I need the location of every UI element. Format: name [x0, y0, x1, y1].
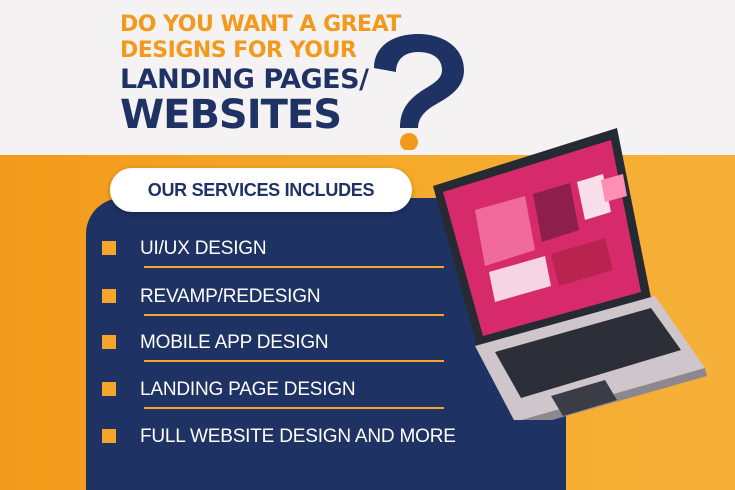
- square-bullet-icon: [102, 289, 116, 303]
- square-bullet-icon: [102, 241, 116, 255]
- headline-line-1: DO YOU WANT A GREAT: [120, 12, 401, 37]
- service-label: MOBILE APP DESIGN: [140, 332, 329, 353]
- service-label: LANDING PAGE DESIGN: [140, 379, 356, 400]
- square-bullet-icon: [102, 429, 116, 443]
- headline-line-3: LANDING PAGES/: [120, 64, 369, 95]
- headline-line-2: DESIGNS FOR YOUR: [120, 38, 357, 63]
- service-label: UI/UX DESIGN: [140, 238, 267, 259]
- service-label: FULL WEBSITE DESIGN AND MORE: [140, 426, 456, 447]
- services-heading: OUR SERVICES INCLUDES: [147, 179, 375, 200]
- laptop-illustration: [433, 128, 707, 420]
- square-bullet-icon: [102, 335, 116, 349]
- square-bullet-icon: [102, 382, 116, 396]
- headline-line-4: WEBSITES: [120, 92, 342, 138]
- service-label: REVAMP/REDESIGN: [140, 286, 321, 307]
